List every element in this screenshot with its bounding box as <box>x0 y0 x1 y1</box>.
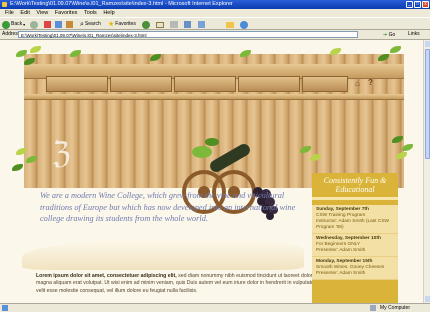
vine-leaf <box>205 138 219 146</box>
browser-toolbar: Back ▾ ⌕ Search ★ Favorites <box>0 17 430 30</box>
menu-file[interactable]: File <box>5 9 14 17</box>
menu-view[interactable]: View <box>36 9 48 17</box>
print-icon <box>170 21 178 28</box>
maximize-button[interactable]: □ <box>414 1 421 8</box>
event-presenter: Instructor: Adam Smith (Last CSW Program… <box>316 219 390 230</box>
back-dropdown-icon: ▾ <box>23 22 26 27</box>
vine-leaf <box>402 144 413 151</box>
address-input[interactable]: E:\Work\Testing\01.09.07\Wine\s.l01_Ramz… <box>18 31 358 38</box>
folder-icon <box>226 21 234 28</box>
parchment-decoration <box>22 238 304 270</box>
page-viewport: ⌂ ? ℨ We are a modern Wine College, whic… <box>0 40 423 303</box>
event-item[interactable]: Sunday, September 7th CSW Training Progr… <box>312 205 398 234</box>
status-bar: My Computer <box>0 303 430 312</box>
forward-button[interactable] <box>30 20 38 29</box>
refresh-button[interactable] <box>55 20 62 29</box>
scroll-down-button[interactable] <box>425 296 430 302</box>
events-list: Sunday, September 7th CSW Training Progr… <box>312 205 398 280</box>
window-title-bar: E:\Work\Testing\01.09.07\Wine\s.l01_Ramz… <box>0 0 430 9</box>
back-label: Back <box>11 21 23 27</box>
search-label: Search <box>84 21 101 27</box>
go-label: Go <box>388 32 396 38</box>
nav-button-1[interactable] <box>46 76 108 92</box>
intro-paragraph: We are a modern Wine College, which grew… <box>40 191 296 223</box>
discuss-button[interactable] <box>198 20 205 29</box>
sidebar-divider <box>312 197 398 200</box>
home-icon[interactable]: ⌂ <box>355 79 360 88</box>
close-button[interactable]: x <box>422 1 429 8</box>
nav-button-5[interactable] <box>302 76 348 92</box>
computer-icon <box>370 305 376 311</box>
mail-button[interactable] <box>156 20 164 29</box>
wine-bottle <box>210 144 250 172</box>
folder-button[interactable] <box>226 20 234 29</box>
mail-icon <box>156 21 164 28</box>
print-button[interactable] <box>170 20 178 29</box>
favorites-button[interactable]: ★ Favorites <box>108 20 136 29</box>
back-arrow-icon <box>2 20 10 29</box>
body-lead: Lorem ipsum dolor sit amet, consectetuer… <box>36 273 177 279</box>
vine-leaf <box>390 46 401 53</box>
scroll-up-button[interactable] <box>425 41 430 47</box>
edit-button[interactable] <box>184 20 191 29</box>
vine-leaf <box>396 152 407 159</box>
scrollbar-thumb[interactable] <box>425 49 430 159</box>
stop-icon <box>44 21 51 28</box>
menu-tools[interactable]: Tools <box>84 9 97 17</box>
event-item[interactable]: Monday, September 15th Smooth Wines, Goo… <box>312 257 398 280</box>
event-presenter: Presenter: Adam Smith <box>316 271 366 276</box>
back-button[interactable]: Back ▾ <box>2 20 25 29</box>
events-sidebar: Consistently Fun & Educational Sunday, S… <box>312 173 398 303</box>
event-item[interactable]: Wednesday, September 10th For Beginners … <box>312 234 398 257</box>
menu-help[interactable]: Help <box>103 9 114 17</box>
vine-leaf <box>30 46 41 53</box>
messenger-icon <box>240 20 248 29</box>
edit-icon <box>184 21 191 28</box>
home-icon <box>66 21 73 28</box>
logo-mark: ℨ <box>52 137 71 170</box>
ie-icon <box>2 2 7 7</box>
star-icon: ★ <box>108 21 115 28</box>
window-controls: _ □ x <box>406 1 429 8</box>
links-button[interactable]: Links <box>408 30 420 39</box>
body-paragraph: Lorem ipsum dolor sit amet, consectetuer… <box>36 273 324 295</box>
page-status-icon <box>2 305 8 311</box>
messenger-button[interactable] <box>240 20 248 29</box>
help-icon[interactable]: ? <box>368 78 373 87</box>
search-button[interactable]: ⌕ Search <box>80 20 101 29</box>
zone-label: My Computer <box>380 305 411 311</box>
menu-edit[interactable]: Edit <box>20 9 29 17</box>
favorites-label: Favorites <box>115 21 136 27</box>
nav-button-2[interactable] <box>110 76 172 92</box>
go-arrow-icon: ➔ <box>383 32 388 38</box>
nav-button-4[interactable] <box>238 76 300 92</box>
window-title: E:\Work\Testing\01.09.07\Wine\s.l01_Ramz… <box>10 1 233 7</box>
history-icon <box>142 20 150 29</box>
go-button[interactable]: ➔ Go <box>383 31 395 40</box>
vine-leaf <box>192 146 212 158</box>
minimize-button[interactable]: _ <box>406 1 413 8</box>
stop-button[interactable] <box>44 20 51 29</box>
vertical-scrollbar[interactable] <box>423 40 430 303</box>
fence-rail-mid <box>24 94 404 100</box>
menu-bar: File Edit View Favorites Tools Help <box>0 9 430 17</box>
vine-leaf <box>12 164 23 171</box>
sidebar-title: Consistently Fun & Educational <box>323 176 387 194</box>
menu-favorites[interactable]: Favorites <box>55 9 78 17</box>
search-icon: ⌕ <box>80 21 84 28</box>
forward-arrow-icon <box>30 20 38 29</box>
address-bar: Address E:\Work\Testing\01.09.07\Wine\s.… <box>0 30 430 40</box>
discuss-icon <box>198 21 205 28</box>
history-button[interactable] <box>142 20 150 29</box>
home-button[interactable] <box>66 20 73 29</box>
nav-button-3[interactable] <box>174 76 236 92</box>
event-presenter: Presenter: Adam Smith <box>316 248 366 253</box>
refresh-icon <box>55 21 62 28</box>
